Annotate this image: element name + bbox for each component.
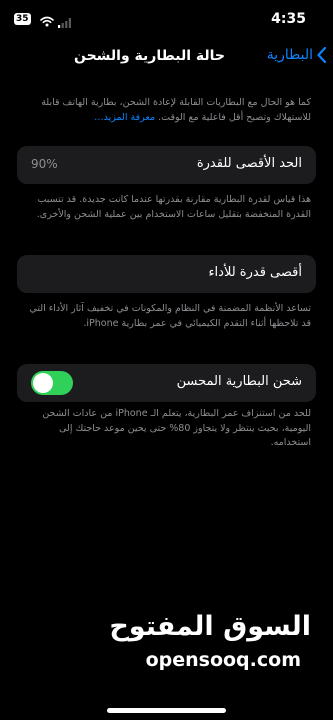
signal-icon [58,13,72,32]
max-capacity-value: 90% [31,157,58,171]
learn-more-link[interactable]: معرفة المزيد… [94,112,155,123]
peak-performance-label: أقصى قدرة للأداء [208,265,302,280]
max-capacity-footer: هذا قياس لقدرة البطارية مقارنة بقدرتها ع… [36,194,311,220]
peak-performance-footer: تساعد الأنظمة المضمنة في النظام والمكونا… [29,303,311,329]
optimized-charging-label: شحن البطارية المحسن [176,374,302,389]
wifi-icon [40,12,54,31]
status-time: 4:35 [271,11,306,27]
optimized-charging-footer: للحد من استنزاف عمر البطارية، يتعلم الـ … [42,408,311,448]
toggle-knob [33,373,53,393]
peak-performance-row[interactable]: أقصى قدرة للأداء [17,255,316,293]
back-label: البطارية [266,47,313,63]
status-bar: 35 4:35 [0,0,333,36]
max-capacity-row: الحد الأقصى للقدرة 90% [17,146,316,184]
navigation-bar: حالة البطارية والشحن البطارية [0,44,333,70]
intro-body: كما هو الحال مع البطاريات القابلة لإعادة… [41,97,311,123]
optimized-charging-toggle[interactable] [31,371,73,395]
page-title: حالة البطارية والشحن [73,48,225,64]
home-indicator[interactable] [107,708,226,713]
battery-indicator: 35 [14,13,31,25]
back-button[interactable]: البطارية [267,47,326,63]
watermark-latin: opensooq.com [145,649,301,671]
max-capacity-label: الحد الأقصى للقدرة [196,156,302,171]
optimized-charging-row: شحن البطارية المحسن [17,364,316,402]
chevron-left-icon [317,47,326,63]
intro-text: كما هو الحال مع البطاريات القابلة لإعادة… [19,96,311,125]
watermark-arabic: السوق المفتوح [109,611,311,642]
